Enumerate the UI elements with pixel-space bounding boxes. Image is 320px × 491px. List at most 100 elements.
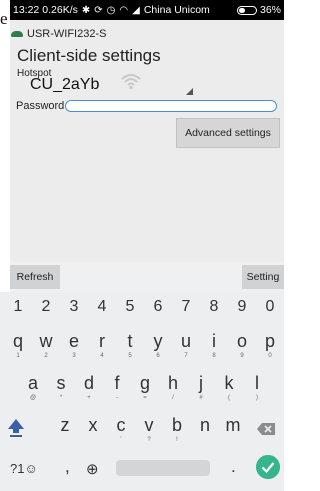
key-letter: k (224, 373, 234, 393)
hotspot-dropdown-arrow-icon[interactable] (186, 88, 193, 95)
bluetooth-icon: ✱ (81, 4, 91, 16)
letter-key[interactable]: u7 (173, 330, 199, 370)
key-letter: m (225, 415, 241, 435)
key-letter: x (88, 415, 98, 435)
key-secondary: 4 (100, 353, 104, 359)
key-secondary: ! (176, 437, 178, 443)
letter-key[interactable]: k( (216, 372, 242, 412)
password-field[interactable] (65, 100, 277, 112)
comma-key[interactable]: , (65, 457, 70, 477)
battery-icon (236, 5, 257, 15)
key-secondary: 1 (16, 353, 20, 359)
sync-icon: ⟳ (94, 4, 103, 16)
key-letter: c (116, 415, 126, 435)
status-carrier: China Unicom (143, 4, 210, 16)
letter-key[interactable]: d + (76, 372, 102, 412)
letter-key[interactable]: p0 (257, 330, 283, 370)
setting-button[interactable]: Setting (242, 265, 284, 289)
key-letter: o (236, 331, 247, 351)
letter-key[interactable]: z (52, 414, 78, 454)
letter-key[interactable]: q1 (5, 330, 31, 370)
page-heading: Client-side settings (17, 46, 161, 65)
number-key[interactable]: 5 (117, 298, 143, 316)
key-secondary: @ (29, 395, 37, 401)
letter-key[interactable]: s * (48, 372, 74, 412)
letter-key[interactable]: r4 (89, 330, 115, 370)
key-letter: q (12, 331, 23, 351)
key-letter: f (114, 373, 120, 393)
number-key[interactable]: 8 (201, 298, 227, 316)
letter-key[interactable]: j # (188, 372, 214, 412)
key-letter: w (39, 331, 53, 351)
key-secondary: + (87, 395, 91, 401)
key-letter: e (68, 331, 79, 351)
letter-key[interactable]: e3 (61, 330, 87, 370)
letter-key[interactable]: n (192, 414, 218, 454)
hotspot-spinner-value[interactable]: CU_2aYb (30, 76, 99, 94)
key-letter: a (27, 373, 38, 393)
alarm-icon: ◷ (106, 4, 116, 16)
letter-key[interactable]: y6 (145, 330, 171, 370)
key-secondary: 9 (240, 353, 244, 359)
battery-indicator: 36% (236, 4, 281, 16)
enter-check-icon[interactable] (256, 455, 280, 479)
wifi-signal-icon (121, 74, 141, 90)
key-letter: t (127, 331, 133, 351)
status-time: 13:22 (13, 4, 40, 16)
letter-key[interactable]: w2 (33, 330, 59, 370)
number-key[interactable]: 4 (89, 298, 115, 316)
key-letter: i (212, 331, 216, 351)
letter-key[interactable]: m (220, 414, 246, 454)
letter-key[interactable]: o9 (229, 330, 255, 370)
key-secondary: ) (256, 395, 258, 401)
letter-key[interactable]: i8 (201, 330, 227, 370)
space-key[interactable] (116, 460, 210, 476)
key-secondary: ( (228, 395, 230, 401)
key-secondary: * (59, 395, 63, 401)
keyboard-toolbar: Refresh Setting (10, 262, 284, 292)
password-label: Password (16, 100, 65, 112)
letter-key[interactable]: b! (164, 414, 190, 454)
number-key[interactable]: 6 (145, 298, 171, 316)
stray-text: e (0, 9, 8, 28)
key-letter: p (264, 331, 275, 351)
number-key[interactable]: 9 (229, 298, 255, 316)
symbols-key[interactable]: ?1☺ (10, 461, 38, 476)
advanced-settings-button[interactable]: Advanced settings (176, 118, 280, 148)
number-key[interactable]: 0 (257, 298, 283, 316)
key-secondary: 5 (128, 353, 132, 359)
key-letter: g (139, 373, 150, 393)
letter-key[interactable]: f- (104, 372, 130, 412)
globe-icon[interactable]: ⊕ (86, 460, 99, 478)
key-secondary: 6 (156, 353, 160, 359)
letter-key[interactable]: h / (160, 372, 186, 412)
letter-key[interactable]: t5 (117, 330, 143, 370)
app-logo-icon (10, 29, 24, 39)
key-letter: u (180, 331, 191, 351)
shift-icon[interactable] (7, 417, 25, 439)
key-secondary: 7 (184, 353, 188, 359)
letter-key[interactable]: l) (244, 372, 270, 412)
key-letter: z (60, 415, 70, 435)
letter-key[interactable]: g = (132, 372, 158, 412)
period-key[interactable]: . (231, 457, 236, 477)
key-letter: d (83, 373, 94, 393)
number-key[interactable]: 7 (173, 298, 199, 316)
key-secondary: 2 (44, 353, 48, 359)
number-key[interactable]: 1 (5, 298, 31, 316)
number-key[interactable]: 2 (33, 298, 59, 316)
wifi-icon: ◠ (119, 4, 129, 16)
letter-key[interactable]: a @ (20, 372, 46, 412)
key-letter: b (171, 415, 182, 435)
key-secondary: 0 (268, 353, 272, 359)
key-secondary: / (172, 395, 174, 401)
letter-key[interactable]: v? (136, 414, 162, 454)
keyboard-bottom-row: ?1☺ , ⊕ . (0, 452, 284, 488)
refresh-button[interactable]: Refresh (10, 265, 60, 289)
app-title: USR-WIFI232-S (27, 28, 107, 40)
number-key[interactable]: 3 (61, 298, 87, 316)
backspace-icon[interactable] (256, 422, 276, 436)
key-letter: r (99, 331, 105, 351)
letter-key[interactable]: c ' (108, 414, 134, 454)
letter-key[interactable]: x (80, 414, 106, 454)
